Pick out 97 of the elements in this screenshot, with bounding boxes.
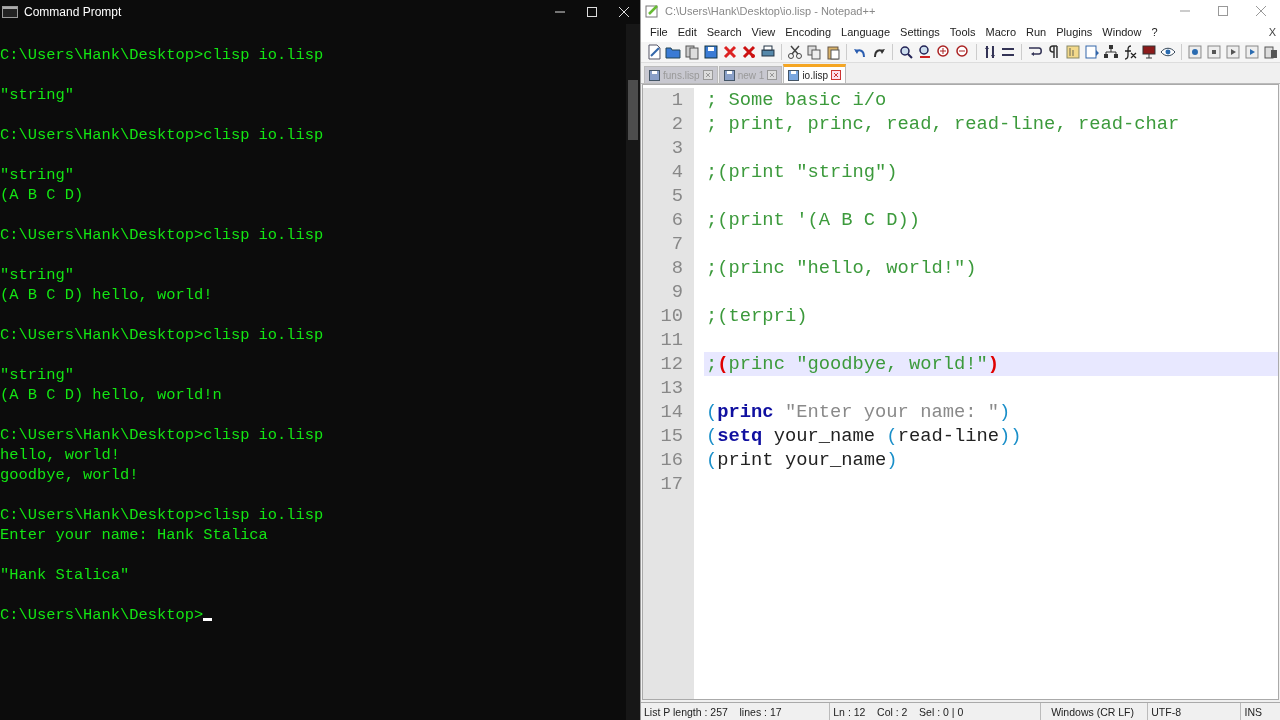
line-number: 17 [659, 472, 684, 496]
line-number: 8 [670, 256, 684, 280]
console-line: "Hank Stalica" [0, 565, 130, 585]
status-field: UTF-8 [1148, 703, 1242, 720]
status-field: Windows (CR LF) [1041, 703, 1149, 720]
line-number: 5 [670, 184, 684, 208]
menu-item[interactable]: Run [1021, 26, 1052, 38]
function-icon[interactable] [1122, 44, 1139, 60]
line-number: 13 [659, 376, 684, 400]
save-icon [788, 69, 800, 81]
code-line: ;(terpri) [706, 305, 808, 327]
record-icon[interactable] [1187, 44, 1204, 60]
new-document-icon[interactable] [646, 44, 662, 60]
line-number: 6 [670, 208, 684, 232]
console-line: hello, world! [0, 445, 121, 465]
menu-item[interactable]: Edit [672, 26, 702, 38]
file-tab[interactable]: io.lisp [783, 64, 846, 83]
replace-icon[interactable] [916, 44, 933, 60]
menu-item[interactable]: Plugins [1051, 26, 1098, 38]
console-line: C:\Users\Hank\Desktop>clisp io.lisp [0, 425, 324, 445]
status-field: Ln : 12 Col : 2 Sel : 0 | 0 [830, 703, 1042, 720]
console-line: "string" [0, 365, 74, 385]
status-field: INS [1241, 703, 1280, 720]
window-title: Command Prompt [24, 5, 123, 19]
line-number: 14 [659, 400, 684, 424]
find-icon[interactable] [897, 44, 914, 60]
paste-icon[interactable] [824, 44, 841, 60]
menu-item[interactable]: ? [1146, 26, 1163, 38]
console-line: (A B C D) hello, world!n [0, 385, 222, 405]
notepad-icon [645, 4, 659, 18]
line-number: 1 [670, 88, 684, 112]
stop-icon[interactable] [1206, 44, 1223, 60]
documents-icon[interactable] [683, 44, 700, 60]
code-line: (print your_name) [706, 449, 898, 471]
code-line: ;(print '(A B C D)) [706, 209, 921, 231]
console-line: C:\Users\Hank\Desktop>clisp io.lisp [0, 45, 324, 65]
zoom-in-icon[interactable] [935, 44, 952, 60]
code-line: ;(princ "hello, world!") [706, 257, 977, 279]
close-document-button[interactable]: X [1263, 26, 1280, 38]
console-line: C:\Users\Hank\Desktop> [0, 605, 204, 625]
line-number: 12 [659, 352, 684, 376]
status-field: List P length : 257 lines : 17 [641, 703, 831, 720]
copy-icon[interactable] [805, 44, 822, 60]
terminal-icon [2, 6, 18, 18]
menu-item[interactable]: File [645, 26, 673, 38]
console-line: "string" [0, 265, 74, 285]
folder-icon[interactable] [664, 44, 681, 60]
code-line: ; print, princ, read, read-line, read-char [706, 113, 1180, 135]
line-number: 9 [670, 280, 684, 304]
menu-item[interactable]: Window [1097, 26, 1147, 38]
save-icon [649, 69, 660, 81]
menu-item[interactable]: Language [836, 26, 896, 38]
line-number: 10 [659, 304, 684, 328]
play-multiple-icon[interactable] [1244, 44, 1261, 60]
monitor-icon[interactable] [1141, 44, 1158, 60]
menu-item[interactable]: Tools [944, 26, 981, 38]
menu-item[interactable]: Macro [980, 26, 1022, 38]
save-icon [723, 69, 735, 81]
menu-item[interactable]: Encoding [780, 26, 837, 38]
line-number: 7 [670, 232, 684, 256]
console-line: C:\Users\Hank\Desktop>clisp io.lisp [0, 505, 324, 525]
code-line: (princ "Enter your name: ") [706, 401, 1011, 423]
text-cursor [203, 618, 213, 621]
print-icon[interactable] [759, 44, 776, 60]
line-number: 16 [659, 448, 684, 472]
tree-icon[interactable] [1103, 44, 1120, 60]
code-line: ;(princ "goodbye, world!") [706, 353, 1000, 375]
menu-item[interactable]: View [746, 26, 781, 38]
console-line: (A B C D) [0, 185, 84, 205]
window-title: C:\Users\Hank\Desktop\io.lisp - Notepad++ [665, 5, 877, 17]
console-line: (A B C D) hello, world! [0, 285, 213, 305]
line-number: 15 [659, 424, 684, 448]
close-file-icon[interactable] [721, 44, 738, 60]
scrollbar[interactable] [626, 24, 640, 720]
zoom-out-icon[interactable] [954, 44, 971, 60]
line-number: 4 [670, 160, 684, 184]
line-number: 2 [670, 112, 684, 136]
code-line: ;(print "string") [706, 161, 898, 183]
save-icon[interactable] [702, 44, 719, 60]
console-line: "string" [0, 85, 74, 105]
console-line: "string" [0, 165, 74, 185]
document-map-icon[interactable] [1084, 44, 1101, 60]
play-icon[interactable] [1225, 44, 1242, 60]
console-line: C:\Users\Hank\Desktop>clisp io.lisp [0, 225, 324, 245]
menu-item[interactable]: Settings [895, 26, 945, 38]
console-line: C:\Users\Hank\Desktop>clisp io.lisp [0, 325, 324, 345]
console-line: C:\Users\Hank\Desktop>clisp io.lisp [0, 125, 324, 145]
close-tab-icon[interactable] [830, 70, 841, 80]
code-line: ; Some basic i/o [706, 89, 887, 111]
close-all-icon[interactable] [740, 44, 757, 60]
console-line: goodbye, world! [0, 465, 139, 485]
line-number: 3 [670, 136, 684, 160]
code-line: (setq your_name (read-line)) [706, 425, 1022, 447]
console-line: Enter your name: Hank Stalica [0, 525, 268, 545]
line-number: 11 [659, 328, 684, 352]
menu-item[interactable]: Search [701, 26, 747, 38]
cut-icon[interactable] [786, 44, 803, 60]
